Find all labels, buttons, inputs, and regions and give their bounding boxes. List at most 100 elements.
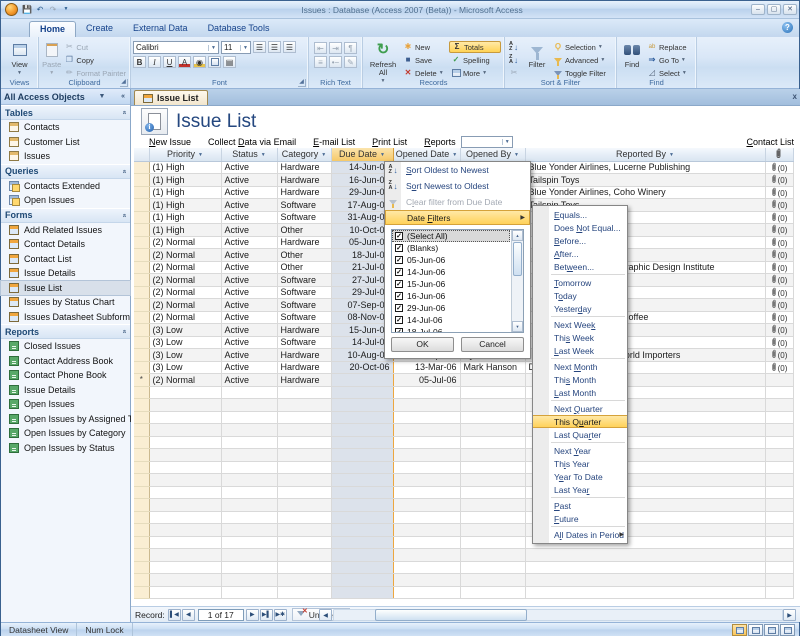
menu-item-this-quarter[interactable]: This Quarter <box>533 415 627 428</box>
cell-sta[interactable] <box>221 449 277 462</box>
filter-button[interactable]: Filter <box>523 39 551 69</box>
cell-cat[interactable]: Hardware <box>277 174 331 187</box>
collect-data-link[interactable]: Collect Data via Email <box>208 137 296 147</box>
cell-sta[interactable]: Active <box>221 236 277 249</box>
spelling-button[interactable]: ✓Spelling <box>449 54 501 66</box>
cell-od[interactable] <box>393 586 460 599</box>
cell-pri[interactable] <box>149 561 221 574</box>
cell-sel[interactable] <box>134 549 149 562</box>
cell-sta[interactable]: Active <box>221 161 277 174</box>
cell-cat[interactable] <box>277 486 331 499</box>
cut-button[interactable]: ✂Cut <box>62 41 128 53</box>
cell-ob[interactable] <box>460 449 525 462</box>
cell-sel[interactable] <box>134 261 149 274</box>
cell-ob[interactable] <box>460 586 525 599</box>
cell-att[interactable]: (0) <box>765 186 793 199</box>
cell-pri[interactable] <box>149 524 221 537</box>
cell-att[interactable] <box>765 424 793 437</box>
menu-item-next-month[interactable]: Next Month <box>533 360 627 373</box>
cell-ob[interactable] <box>460 436 525 449</box>
cell-pri[interactable] <box>149 486 221 499</box>
filter-value-15-jun-06[interactable]: ✓15-Jun-06 <box>392 278 510 290</box>
collapse-chevron-icon[interactable]: « <box>121 213 128 217</box>
menu-item-does-not-equal-[interactable]: Does Not Equal... <box>533 221 627 234</box>
cell-att[interactable] <box>765 499 793 512</box>
cell-sel[interactable] <box>134 386 149 399</box>
sidebar-item-contacts-extended[interactable]: Contacts Extended <box>1 179 130 194</box>
cell-att[interactable]: (0) <box>765 236 793 249</box>
checkbox-icon[interactable]: ✓ <box>395 304 403 312</box>
cell-pri[interactable] <box>149 586 221 599</box>
menu-item-past[interactable]: Past <box>533 499 627 512</box>
cell-att[interactable] <box>765 536 793 549</box>
restore-button[interactable]: ▢ <box>767 4 781 15</box>
cell-ob[interactable] <box>460 374 525 387</box>
cell-rep[interactable]: Blue Yonder Airlines, Lucerne Publishing <box>525 161 765 174</box>
cell-cat[interactable] <box>277 574 331 587</box>
bullets-icon[interactable]: •− <box>329 56 342 68</box>
cell-due[interactable] <box>331 586 393 599</box>
cell-sel[interactable] <box>134 186 149 199</box>
cell-od[interactable] <box>393 386 460 399</box>
menu-item-after-[interactable]: After... <box>533 247 627 260</box>
sidebar-item-issue-list[interactable]: Issue List <box>1 281 130 296</box>
cell-att[interactable]: (0) <box>765 286 793 299</box>
close-button[interactable]: ✕ <box>783 4 797 15</box>
contact-list-link[interactable]: Contact List <box>746 137 794 147</box>
cell-cat[interactable] <box>277 549 331 562</box>
cell-rep[interactable]: Blue Yonder Airlines, Coho Winery <box>525 186 765 199</box>
cell-cat[interactable] <box>277 436 331 449</box>
cell-pri[interactable]: (1) High <box>149 211 221 224</box>
scroll-down-icon[interactable]: ▼ <box>512 321 523 332</box>
cell-att[interactable]: (0) <box>765 349 793 362</box>
cell-sel[interactable] <box>134 286 149 299</box>
cell-od[interactable]: 13-Mar-06 <box>393 361 460 374</box>
cell-ob[interactable] <box>460 399 525 412</box>
cell-pri[interactable]: (3) Low <box>149 336 221 349</box>
nav-pane-header[interactable]: All Access Objects ▼ « <box>1 89 130 105</box>
sidebar-item-open-issues[interactable]: Open Issues <box>1 193 130 208</box>
cell-ob[interactable] <box>460 486 525 499</box>
hscroll-right-button[interactable]: ▶ <box>783 609 796 621</box>
filter-value-29-jun-06[interactable]: ✓29-Jun-06 <box>392 302 510 314</box>
paragraph-marks-icon[interactable]: ¶ <box>344 42 357 54</box>
column-header-reported-by[interactable]: Reported By▼ <box>525 148 765 161</box>
menu-item-sort-newest-to-oldest[interactable]: ZA↓Sort Newest to Oldest <box>385 178 530 194</box>
cell-rep[interactable] <box>525 574 765 587</box>
cell-pri[interactable]: (2) Normal <box>149 261 221 274</box>
sidebar-item-issues-datasheet-subform[interactable]: Issues Datasheet Subform <box>1 310 130 325</box>
column-header-opened-by[interactable]: Opened By▼ <box>460 148 525 161</box>
cell-cat[interactable] <box>277 536 331 549</box>
cell-od[interactable] <box>393 499 460 512</box>
cell-sta[interactable] <box>221 424 277 437</box>
column-header-status[interactable]: Status▼ <box>221 148 277 161</box>
ok-button[interactable]: OK <box>391 337 454 352</box>
menu-item-date-filters[interactable]: Date Filters▶ <box>385 210 530 225</box>
new-record-button[interactable]: ✱New <box>401 41 449 53</box>
cell-od[interactable] <box>393 399 460 412</box>
cell-sta[interactable]: Active <box>221 249 277 262</box>
cell-ob[interactable] <box>460 424 525 437</box>
cell-od[interactable] <box>393 449 460 462</box>
cell-due[interactable] <box>331 399 393 412</box>
cell-cat[interactable] <box>277 424 331 437</box>
sidebar-item-contact-details[interactable]: Contact Details <box>1 237 130 252</box>
cell-od[interactable] <box>393 474 460 487</box>
reports-combo[interactable]: ▼ <box>461 136 513 148</box>
cell-cat[interactable] <box>277 524 331 537</box>
sidebar-item-add-related-issues[interactable]: Add Related Issues <box>1 223 130 238</box>
cell-pri[interactable]: (1) High <box>149 174 221 187</box>
cell-od[interactable] <box>393 436 460 449</box>
new-record-button-nav[interactable]: ▶✱ <box>274 609 287 621</box>
cell-sel[interactable] <box>134 511 149 524</box>
font-family-combo[interactable]: Calibri▼ <box>133 41 219 54</box>
cell-sta[interactable]: Active <box>221 174 277 187</box>
cell-att[interactable]: (0) <box>765 361 793 374</box>
cell-sel[interactable] <box>134 436 149 449</box>
hscroll-left-button[interactable]: ◀ <box>319 609 332 621</box>
cell-sel[interactable] <box>134 486 149 499</box>
nav-pane-collapse-icon[interactable]: « <box>119 93 127 100</box>
cell-pri[interactable]: (2) Normal <box>149 249 221 262</box>
cell-att[interactable] <box>765 561 793 574</box>
sidebar-item-open-issues[interactable]: Open Issues <box>1 397 130 412</box>
